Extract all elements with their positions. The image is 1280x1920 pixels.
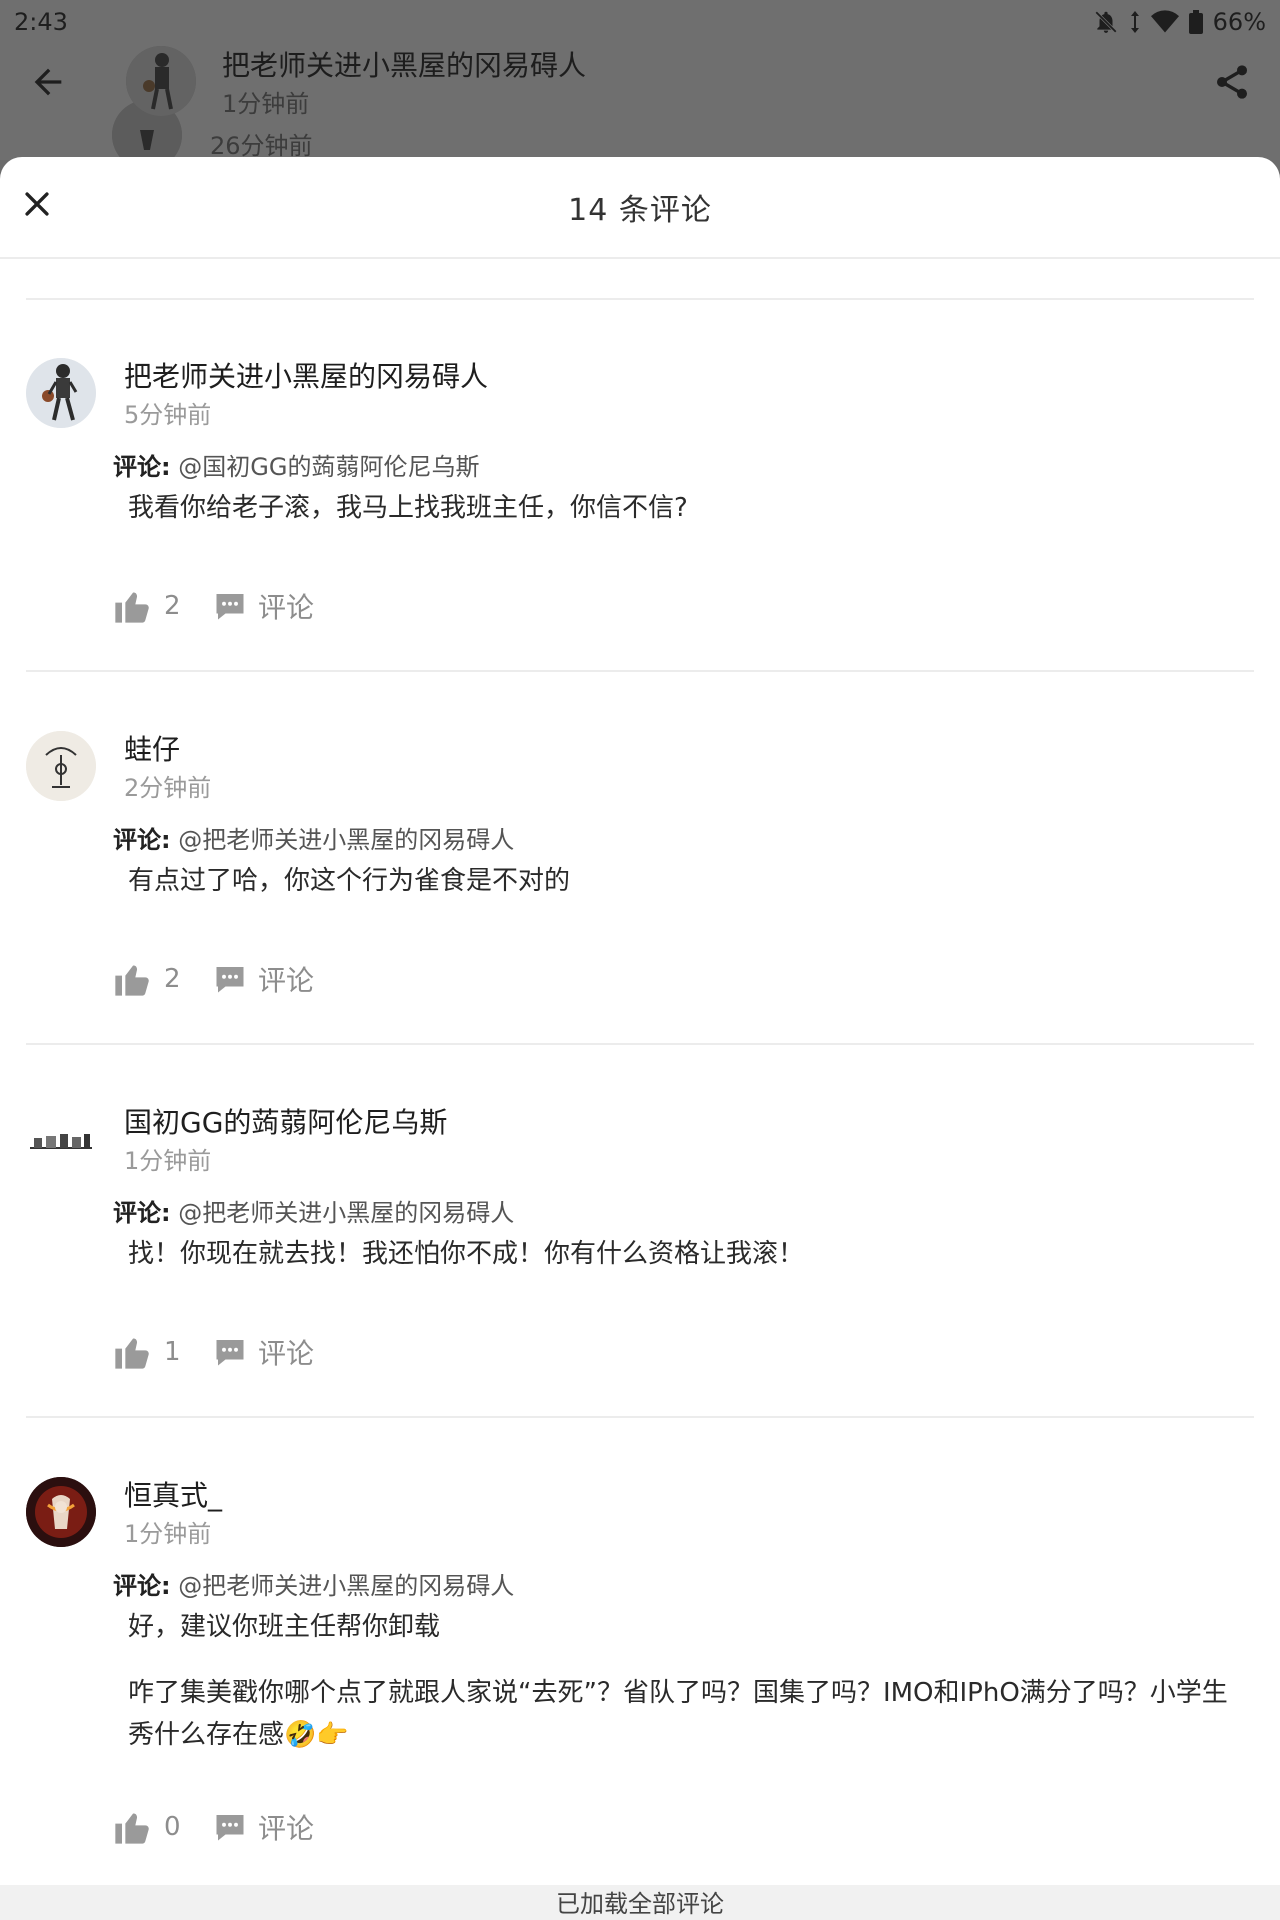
reply-label: 评论: (113, 826, 171, 854)
reply-label: 评论 (258, 1812, 315, 1845)
like-count: 1 (164, 1337, 181, 1367)
reply-target: 评论: @把老师关进小黑屋的冈易碍人 (113, 820, 514, 855)
comment-bubble-icon (216, 1815, 244, 1841)
thumbs-up-icon[interactable] (112, 959, 152, 999)
data-arrows-icon (1130, 11, 1139, 33)
reply-label: 评论: (113, 1572, 171, 1600)
comments-sheet: 14 条评论 把老师关进小黑屋的冈易碍人 5分钟前 评论: @国初GG的蒟蒻阿伦… (0, 157, 1280, 1920)
back-arrow-icon[interactable] (28, 62, 68, 102)
comment-time: 5分钟前 (124, 401, 212, 429)
comment-author[interactable]: 国初GG的蒟蒻阿伦尼乌斯 (124, 1101, 447, 1141)
comment-author[interactable]: 恒真式_ (124, 1474, 222, 1514)
comment-bubble-icon (216, 1340, 244, 1366)
comment-actions: 1 评论 (112, 1330, 314, 1374)
reply-mention[interactable]: @把老师关进小黑屋的冈易碍人 (178, 826, 514, 854)
like-count: 0 (164, 1812, 181, 1842)
sheet-header: 14 条评论 (0, 157, 1280, 259)
like-count: 2 (164, 964, 181, 994)
share-icon[interactable] (1212, 62, 1252, 102)
reply-mention[interactable]: @国初GG的蒟蒻阿伦尼乌斯 (178, 453, 479, 481)
thumbs-up-icon[interactable] (112, 1332, 152, 1372)
comment-time: 1分钟前 (124, 1147, 212, 1175)
divider (26, 670, 1254, 672)
avatar[interactable] (126, 46, 196, 116)
reply-label: 评论 (258, 964, 315, 997)
thumbs-up-icon[interactable] (112, 586, 152, 626)
thumbs-up-icon[interactable] (112, 1807, 152, 1847)
reply-button[interactable]: 评论 (212, 586, 314, 626)
status-time: 2:43 (14, 8, 68, 36)
comment-time: 2分钟前 (124, 774, 212, 802)
avatar[interactable] (26, 358, 96, 428)
comment-actions: 0 评论 (112, 1805, 314, 1849)
background-header: 2:43 66% 把老师关进小黑屋的冈易碍人 1分钟前 26分钟前 (0, 0, 1280, 170)
divider (26, 298, 1254, 300)
comment-text: 我看你给老子滚，我马上找我班主任，你信不信? (128, 493, 688, 523)
battery-icon (1188, 10, 1203, 34)
avatar[interactable] (26, 731, 96, 801)
comment-author[interactable]: 把老师关进小黑屋的冈易碍人 (124, 355, 488, 395)
like-count: 2 (164, 591, 181, 621)
all-comments-loaded-footer: 已加载全部评论 (0, 1885, 1280, 1920)
comment-author[interactable]: 蛙仔 (124, 728, 180, 768)
comments-count-title: 14 条评论 (568, 193, 712, 228)
comment-actions: 2 评论 (112, 957, 314, 1001)
battery-percent: 66% (1212, 8, 1266, 36)
reply-target: 评论: @国初GG的蒟蒻阿伦尼乌斯 (113, 447, 479, 482)
reply-label: 评论 (258, 1337, 315, 1370)
comment-time: 1分钟前 (124, 1520, 212, 1548)
reply-button[interactable]: 评论 (212, 1807, 314, 1847)
comment-text: 找！你现在就去找！我还怕你不成！你有什么资格让我滚！ (128, 1239, 805, 1269)
reply-button[interactable]: 评论 (212, 1332, 314, 1372)
comment-actions: 2 评论 (112, 584, 314, 628)
status-bar: 2:43 66% (0, 0, 1280, 44)
reply-label: 评论: (113, 1199, 171, 1227)
reply-target: 评论: @把老师关进小黑屋的冈易碍人 (113, 1193, 514, 1228)
reply-mention[interactable]: @把老师关进小黑屋的冈易碍人 (178, 1572, 514, 1600)
comment-text-continued: 咋了集美戳你哪个点了就跟人家说“去死”？省队了吗？国集了吗？IMO和IPhO满分… (128, 1678, 1228, 1750)
reply-label: 评论 (258, 591, 315, 624)
wifi-icon (1150, 10, 1179, 33)
comment-bubble-icon (216, 967, 244, 993)
comment-text: 有点过了哈，你这个行为雀食是不对的 (128, 866, 571, 896)
avatar[interactable] (26, 1104, 96, 1174)
post-time-behind: 26分钟前 (210, 132, 313, 160)
comment-bubble-icon (216, 594, 244, 620)
divider (26, 1043, 1254, 1045)
comment-text: 好，建议你班主任帮你卸载 (128, 1612, 441, 1642)
reply-mention[interactable]: @把老师关进小黑屋的冈易碍人 (178, 1199, 514, 1227)
post-time: 1分钟前 (222, 90, 310, 118)
avatar[interactable] (26, 1477, 96, 1547)
reply-target: 评论: @把老师关进小黑屋的冈易碍人 (113, 1566, 514, 1601)
reply-button[interactable]: 评论 (212, 959, 314, 999)
reply-label: 评论: (113, 453, 171, 481)
divider (26, 1416, 1254, 1418)
notifications-off-icon (1094, 11, 1117, 33)
post-author: 把老师关进小黑屋的冈易碍人 (222, 49, 587, 82)
